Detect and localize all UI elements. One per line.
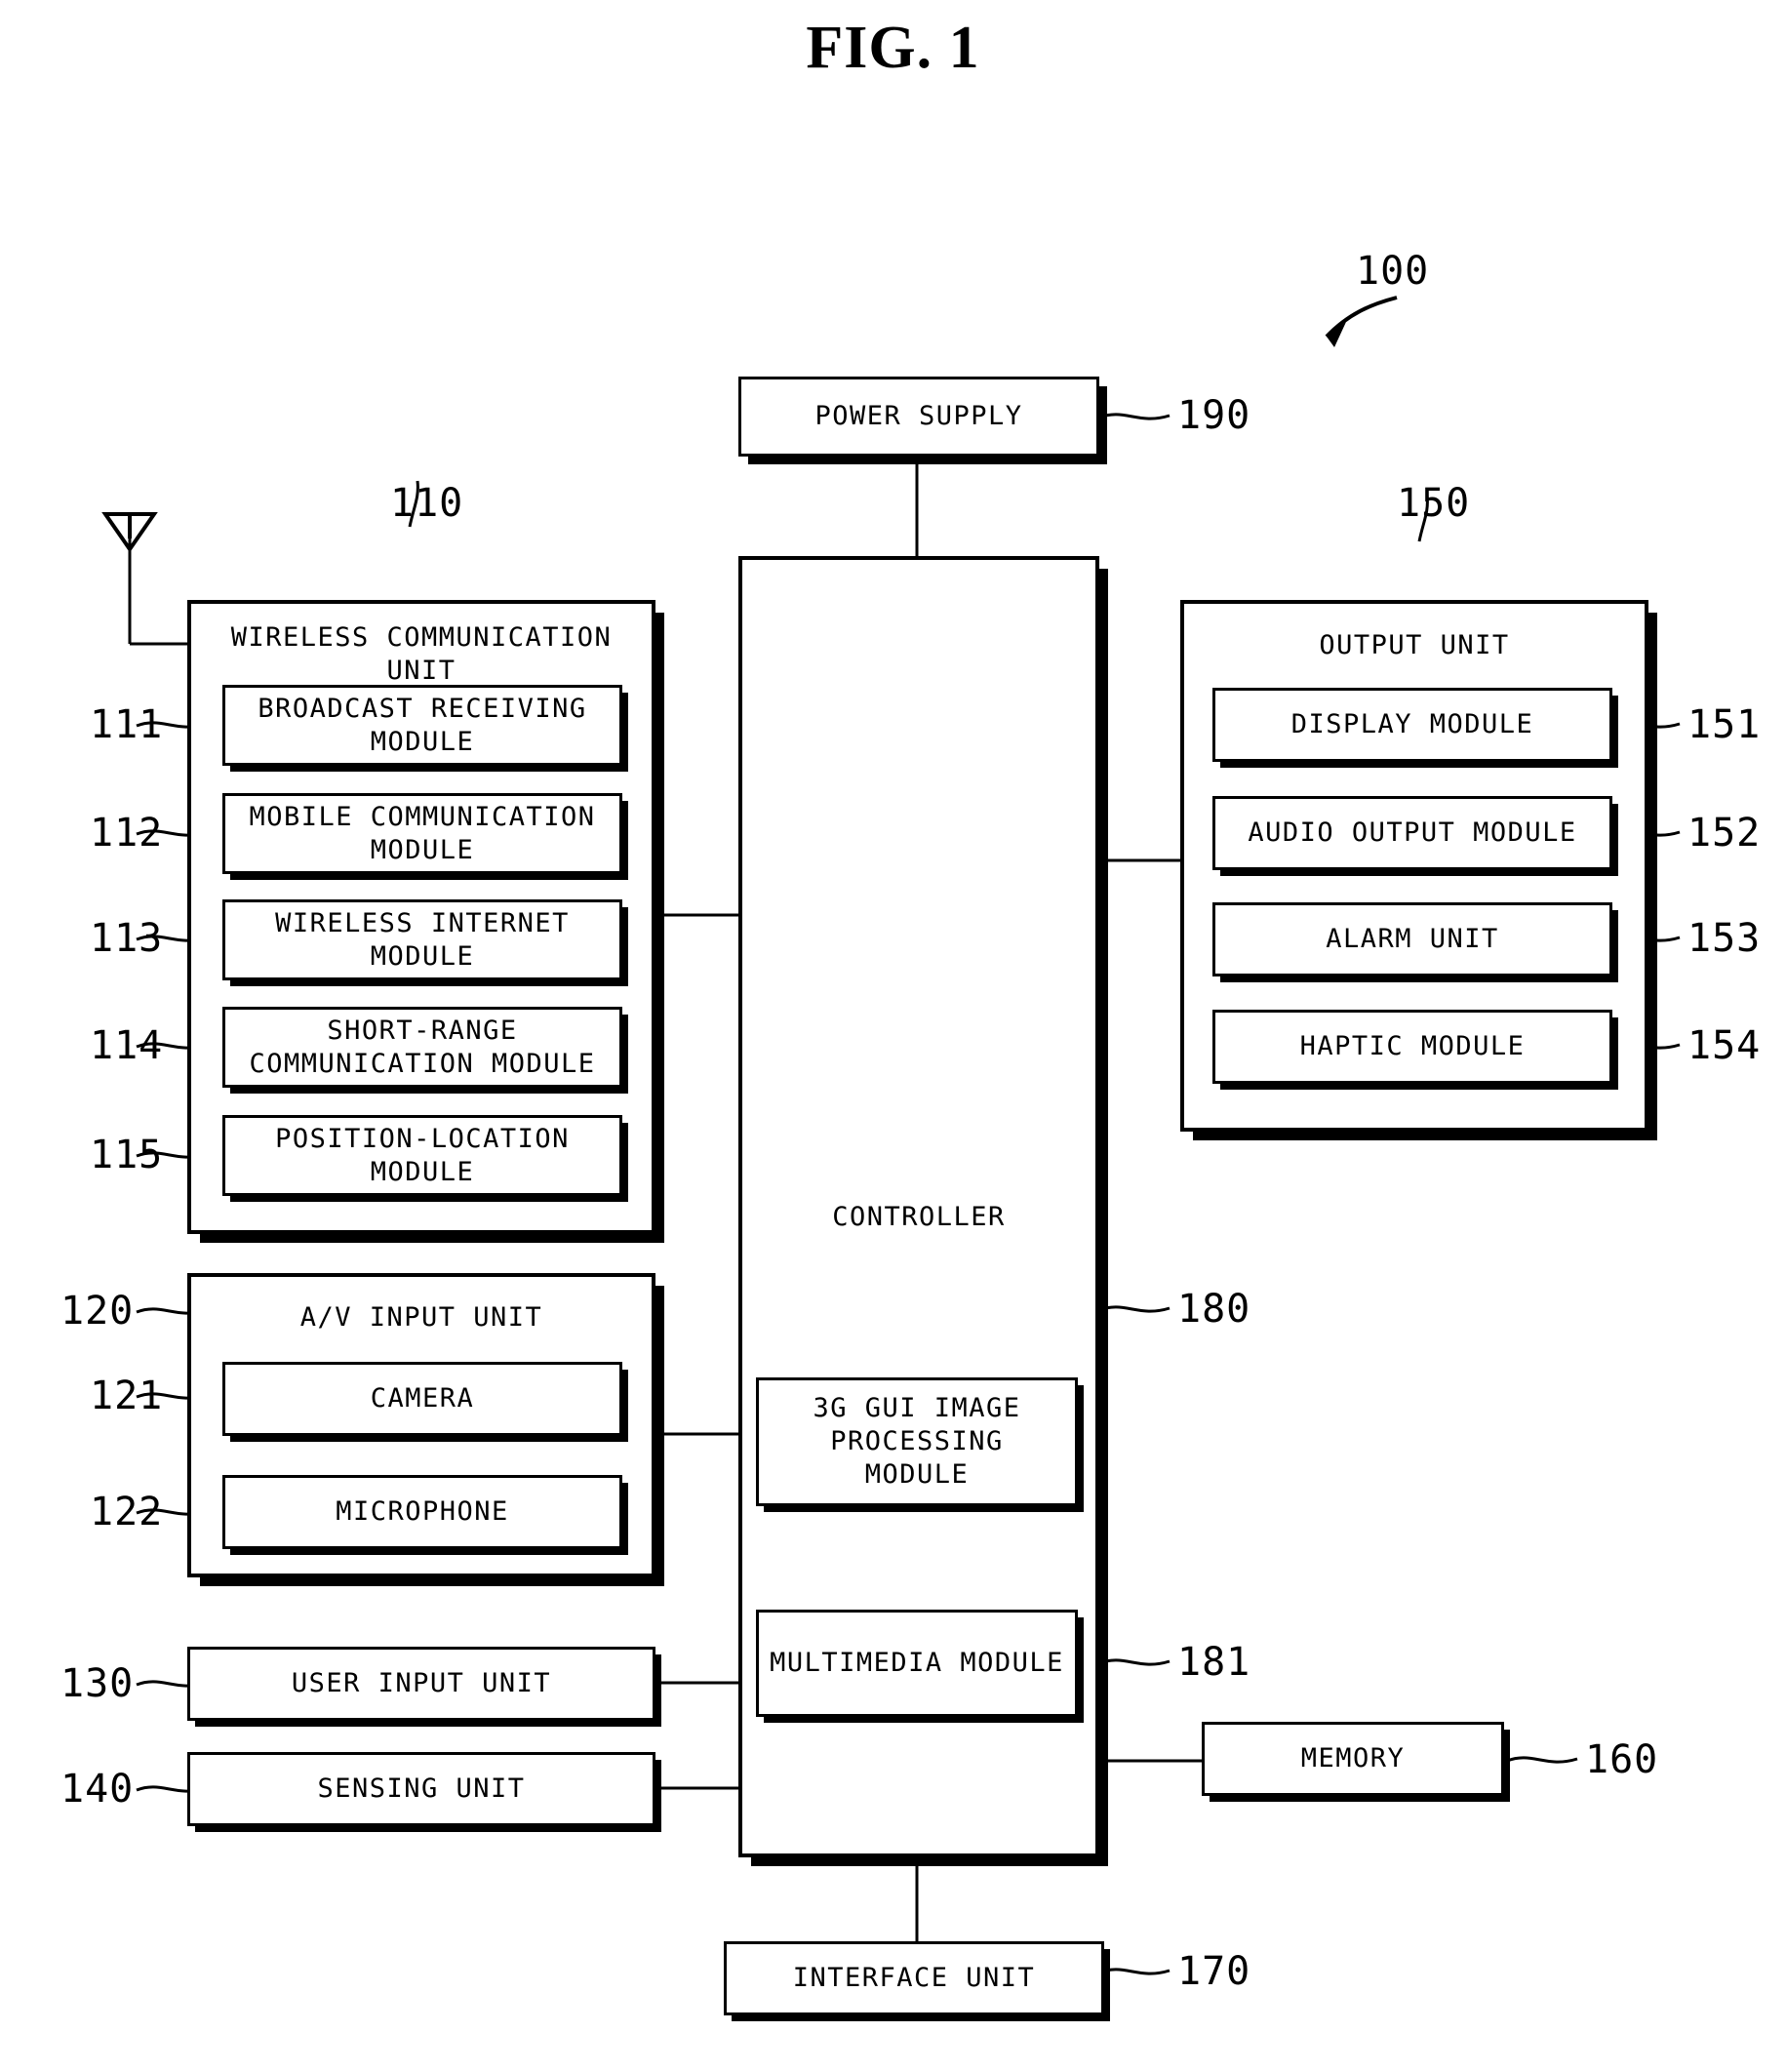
ref-100: 100 [1356, 249, 1430, 294]
ref-160: 160 [1585, 1737, 1659, 1782]
position-location-module-box[interactable]: POSITION-LOCATION MODULE [222, 1115, 622, 1196]
ref-120: 120 [60, 1289, 135, 1334]
ref-152: 152 [1687, 811, 1762, 856]
curved-arrow-icon [1325, 296, 1398, 339]
haptic-module-label: HAPTIC MODULE [1299, 1031, 1526, 1061]
ref-181: 181 [1177, 1640, 1251, 1685]
microphone-label: MICROPHONE [336, 1496, 509, 1527]
alarm-unit-box[interactable]: ALARM UNIT [1212, 902, 1612, 976]
camera-box[interactable]: CAMERA [222, 1362, 622, 1436]
alarm-unit-label: ALARM UNIT [1326, 924, 1499, 954]
multimedia-module-label: MULTIMEDIA MODULE [770, 1648, 1064, 1678]
short-range-communication-module-label: SHORT-RANGE COMMUNICATION MODULE [249, 1015, 596, 1079]
ref-140: 140 [60, 1767, 135, 1812]
ref-153: 153 [1687, 916, 1762, 961]
ref-111: 111 [90, 702, 164, 747]
microphone-box[interactable]: MICROPHONE [222, 1475, 622, 1549]
output-unit-label: OUTPUT UNIT [1319, 630, 1510, 660]
ref-113: 113 [90, 916, 164, 961]
power-supply-label: POWER SUPPLY [814, 401, 1023, 431]
wireless-communication-unit-label: WIRELESS COMMUNICATION UNIT [230, 622, 613, 686]
broadcast-receiving-module-box[interactable]: BROADCAST RECEIVING MODULE [222, 685, 622, 766]
haptic-module-box[interactable]: HAPTIC MODULE [1212, 1010, 1612, 1084]
ref-180: 180 [1177, 1287, 1251, 1332]
sensing-unit-label: SENSING UNIT [317, 1773, 526, 1804]
ref-121: 121 [90, 1374, 164, 1418]
user-input-unit-label: USER INPUT UNIT [291, 1668, 552, 1698]
ref-110: 110 [390, 481, 464, 526]
gui-image-processing-module-box[interactable]: 3G GUI IMAGE PROCESSING MODULE [756, 1377, 1078, 1506]
sensing-unit-box[interactable]: SENSING UNIT [187, 1752, 655, 1826]
multimedia-module-box[interactable]: MULTIMEDIA MODULE [756, 1610, 1078, 1717]
ref-154: 154 [1687, 1023, 1762, 1068]
short-range-communication-module-box[interactable]: SHORT-RANGE COMMUNICATION MODULE [222, 1007, 622, 1088]
ref-150: 150 [1397, 481, 1471, 526]
controller-label: CONTROLLER [832, 1202, 1006, 1232]
audio-output-module-label: AUDIO OUTPUT MODULE [1248, 817, 1577, 848]
ref-114: 114 [90, 1023, 164, 1068]
interface-unit-label: INTERFACE UNIT [792, 1963, 1036, 1993]
ref-115: 115 [90, 1133, 164, 1177]
wireless-internet-module-box[interactable]: WIRELESS INTERNET MODULE [222, 899, 622, 980]
power-supply-box[interactable]: POWER SUPPLY [738, 377, 1099, 457]
mobile-communication-module-box[interactable]: MOBILE COMMUNICATION MODULE [222, 793, 622, 874]
av-input-unit-label: A/V INPUT UNIT [299, 1302, 543, 1333]
audio-output-module-box[interactable]: AUDIO OUTPUT MODULE [1212, 796, 1612, 870]
broadcast-receiving-module-label: BROADCAST RECEIVING MODULE [258, 693, 587, 757]
user-input-unit-box[interactable]: USER INPUT UNIT [187, 1647, 655, 1721]
antenna-icon [101, 512, 158, 553]
memory-box[interactable]: MEMORY [1202, 1722, 1504, 1796]
ref-190: 190 [1177, 393, 1251, 438]
ref-151: 151 [1687, 702, 1762, 747]
patent-figure-page: FIG. 1 POWER SUPPLY 190 100 CONTROLLER 1… [0, 0, 1786, 2072]
camera-label: CAMERA [370, 1383, 475, 1414]
interface-unit-box[interactable]: INTERFACE UNIT [724, 1941, 1104, 2015]
display-module-label: DISPLAY MODULE [1290, 709, 1534, 739]
position-location-module-label: POSITION-LOCATION MODULE [275, 1123, 570, 1187]
display-module-box[interactable]: DISPLAY MODULE [1212, 688, 1612, 762]
gui-image-processing-module-label: 3G GUI IMAGE PROCESSING MODULE [813, 1393, 1021, 1490]
ref-170: 170 [1177, 1949, 1251, 1994]
ref-130: 130 [60, 1661, 135, 1706]
memory-label: MEMORY [1300, 1743, 1406, 1773]
ref-122: 122 [90, 1490, 164, 1534]
mobile-communication-module-label: MOBILE COMMUNICATION MODULE [249, 801, 596, 865]
page-title: FIG. 1 [806, 15, 980, 81]
wireless-internet-module-label: WIRELESS INTERNET MODULE [275, 907, 570, 972]
ref-112: 112 [90, 811, 164, 856]
